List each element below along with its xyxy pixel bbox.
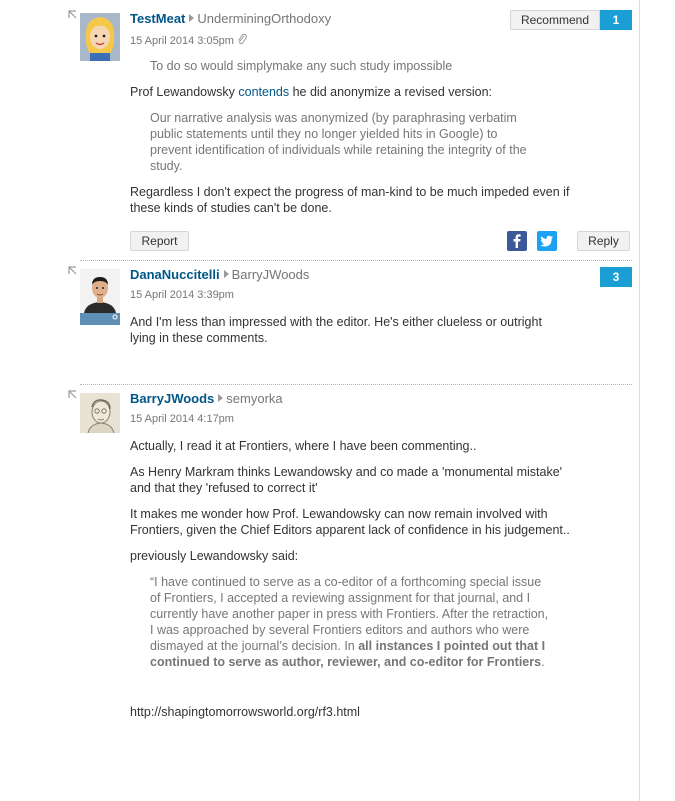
reply-to-link[interactable]: semyorka xyxy=(226,391,282,406)
comment-testmeat: TestMeat UnderminingOrthodoxy 15 April 20… xyxy=(66,10,632,256)
collapse-corner-icon[interactable] xyxy=(68,266,77,275)
reply-arrow-icon xyxy=(223,270,229,278)
cartoon-blonde-avatar-icon xyxy=(80,13,120,61)
comment-paragraph: Actually, I read it at Frontiers, where … xyxy=(130,439,477,453)
comment-paragraph: It makes me wonder how Prof. Lewandowsky… xyxy=(130,507,570,537)
contends-link[interactable]: contends xyxy=(238,85,289,99)
report-button[interactable]: Report xyxy=(130,231,189,251)
facebook-share-icon[interactable] xyxy=(507,231,527,251)
comment-barryjwoods: BarryJWoods semyorka 15 April 2014 4:17pm… xyxy=(66,390,632,790)
comment-timestamp[interactable]: 15 April 2014 3:39pm xyxy=(130,289,234,301)
comment-dananuccitelli: DanaNuccitelli BarryJWoods 15 April 2014 … xyxy=(66,266,632,376)
comment-separator xyxy=(80,260,632,261)
comment-body: To do so would simplymake any such study… xyxy=(130,58,570,226)
reply-to-link[interactable]: BarryJWoods xyxy=(232,267,310,282)
reply-to-link[interactable]: UnderminingOrthodoxy xyxy=(197,11,331,26)
sketch-portrait-avatar-icon xyxy=(80,393,120,433)
comment-header: TestMeat UnderminingOrthodoxy xyxy=(130,10,331,28)
author-name[interactable]: DanaNuccitelli xyxy=(130,267,220,282)
comment-body: Actually, I read it at Frontiers, where … xyxy=(130,438,570,730)
recommend-count: 1 xyxy=(600,10,632,30)
comment-paragraph: previously Lewandowsky said: xyxy=(130,549,299,563)
comment-header: BarryJWoods semyorka xyxy=(130,390,283,408)
avatar[interactable] xyxy=(80,393,120,433)
recommend-count[interactable]: 3 xyxy=(600,267,632,287)
recommend-button[interactable]: Recommend xyxy=(509,10,600,30)
comment-separator xyxy=(80,384,632,385)
collapse-corner-icon[interactable] xyxy=(68,10,77,19)
twitter-share-icon[interactable] xyxy=(537,231,557,251)
comment-paragraph: Prof Lewandowsky contends he did anonymi… xyxy=(130,84,570,100)
comment-timestamp: 15 April 2014 3:05pm xyxy=(130,33,247,47)
comment-paragraph: As Henry Markram thinks Lewandowsky and … xyxy=(130,465,563,495)
author-name[interactable]: TestMeat xyxy=(130,11,185,26)
recommend-control[interactable]: Recommend 1 xyxy=(509,10,632,30)
blockquote: “I have continued to serve as a co-edito… xyxy=(130,574,550,670)
column-divider xyxy=(639,0,640,801)
paragraph-text: Prof Lewandowsky xyxy=(130,85,239,99)
author-name[interactable]: BarryJWoods xyxy=(130,391,214,406)
comment-paragraph: Regardless I don't expect the progress o… xyxy=(130,185,570,215)
quoted-text: To do so would simplymake any such study… xyxy=(150,59,453,73)
avatar[interactable] xyxy=(80,269,120,325)
comment-paragraph: And I'm less than impressed with the edi… xyxy=(130,315,542,345)
reply-arrow-icon xyxy=(218,394,224,402)
photo-man-avatar-icon xyxy=(80,269,120,325)
blockquote: Our narrative analysis was anonymized (b… xyxy=(150,111,527,173)
reply-button[interactable]: Reply xyxy=(577,231,630,251)
comment-body: And I'm less than impressed with the edi… xyxy=(130,314,570,356)
comment-timestamp[interactable]: 15 April 2014 4:17pm xyxy=(130,413,234,425)
paragraph-text: he did anonymize a revised version: xyxy=(289,85,493,99)
quote-text: . xyxy=(541,655,545,669)
paperclip-icon[interactable] xyxy=(237,33,247,46)
comment-header: DanaNuccitelli BarryJWoods xyxy=(130,266,309,284)
timestamp-text[interactable]: 15 April 2014 3:05pm xyxy=(130,35,234,47)
reply-arrow-icon xyxy=(189,14,195,22)
collapse-corner-icon[interactable] xyxy=(68,390,77,399)
avatar[interactable] xyxy=(80,13,120,61)
url-text[interactable]: http://shapingtomorrowsworld.org/rf3.htm… xyxy=(130,704,570,720)
